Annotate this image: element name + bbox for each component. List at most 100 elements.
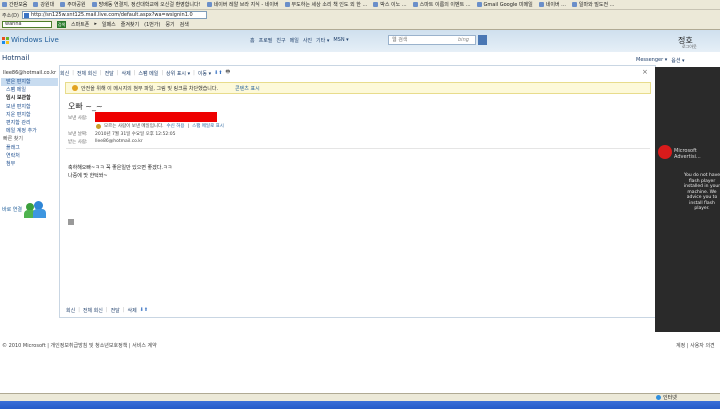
- toolbar-action[interactable]: 전체 회신: [77, 70, 97, 77]
- bookmark-item[interactable]: 주마공원: [60, 1, 86, 8]
- toolbar-action[interactable]: 상위 표시 ▾: [166, 70, 190, 77]
- nav-item[interactable]: 프로필: [259, 37, 273, 44]
- message-subject: 오빠 ~_~: [68, 102, 103, 111]
- quick-connect-label: 바로 연결: [2, 206, 22, 213]
- toolbar-item[interactable]: ▸: [94, 21, 97, 28]
- address-input[interactable]: http://sn125w.snt125.mail.live.com/defau…: [21, 11, 207, 19]
- toolbar-search-input[interactable]: wanna: [2, 21, 52, 28]
- toolbar-action[interactable]: 회신: [66, 307, 75, 314]
- bookmark-label: 네이버 레알 브라 지식 - 네이버: [213, 2, 279, 8]
- bookmark-item[interactable]: Gmail Google 미메일: [476, 1, 533, 8]
- sidebar-folder[interactable]: 받은 편지함: [1, 78, 58, 87]
- nav-item[interactable]: 사진: [303, 37, 312, 44]
- toolbar-separator: |: [105, 307, 108, 313]
- toolbar-action[interactable]: 전체 회신: [83, 307, 103, 314]
- people-icon: [24, 200, 46, 218]
- close-icon[interactable]: ×: [642, 68, 648, 76]
- bottom-toolbar: 회신 | 전체 회신 | 전달 | 삭제 ⬇⬆: [66, 307, 148, 314]
- bookmark-item[interactable]: 방배동 연결지, 정선대학교에 오신걸 환영합니다!: [91, 1, 201, 8]
- toolbar-item[interactable]: 뭉기: [165, 21, 174, 28]
- toolbar-action[interactable]: 전달: [111, 307, 120, 314]
- quick-connect[interactable]: 바로 연결: [2, 200, 46, 218]
- sidebar-folder[interactable]: 플래그: [1, 144, 58, 152]
- bookmark-icon: [91, 2, 97, 7]
- bookmark-icon: [33, 2, 39, 7]
- browser-toolbar: wanna 검색 스마트폰 ▸ 일페스 즐겨찾기 (1번가) 뭉기 검색: [0, 20, 720, 30]
- bing-label: bing: [458, 37, 469, 43]
- right-tool[interactable]: 옵션 ▾: [671, 57, 684, 64]
- zone-text: 인터넷: [663, 395, 677, 401]
- toolbar-item[interactable]: 일페스: [102, 21, 116, 28]
- bookmark-item[interactable]: 네이버 ...: [538, 1, 566, 8]
- bookmarks-bar: 간판모음 강원대 주마공원 방배동 연결지, 정선대학교에 오신걸 환영합니다! 네이버…: [0, 0, 720, 10]
- sidebar-folder[interactable]: 임시 보관함: [1, 94, 58, 102]
- bookmark-icon: [476, 2, 482, 7]
- bookmark-item[interactable]: 스마트 이름의 이벤트 ...: [412, 1, 471, 8]
- toolbar-item[interactable]: 스마트폰: [71, 21, 89, 28]
- sidebar-folder[interactable]: 연락처: [1, 152, 58, 160]
- mark-spam-link[interactable]: 스팸 메일로 표시: [192, 123, 224, 129]
- toolbar-item[interactable]: (1번가): [144, 21, 160, 28]
- nav-item[interactable]: 홈: [250, 37, 255, 44]
- ad-brand-line: Advertisi...: [674, 154, 701, 160]
- right-tool[interactable]: Messenger ▾: [636, 57, 667, 64]
- hotmail-title[interactable]: Hotmail: [2, 54, 29, 62]
- wl-nav: 홈 프로필 친구 메일 사진 기타 ▾ MSN ▾: [250, 37, 349, 44]
- date-label: 보낸 날짜:: [68, 132, 88, 137]
- windows-live-logo[interactable]: Windows Live: [2, 36, 59, 44]
- divider: [66, 148, 650, 149]
- bookmark-label: 스마트 이름의 이벤트 ...: [419, 2, 471, 8]
- nav-item[interactable]: 친구: [276, 37, 285, 44]
- toolbar-separator: |: [122, 307, 125, 313]
- sender-warning-text: 모르는 사람이 보낸 메일입니다.: [104, 124, 164, 129]
- toolbar-go-button[interactable]: 검색: [57, 21, 66, 28]
- nav-item[interactable]: MSN ▾: [333, 37, 348, 44]
- sidebar-folder[interactable]: 빠른 찾기: [1, 135, 58, 143]
- toolbar-action[interactable]: 이동 ▾: [198, 70, 211, 77]
- bookmark-item[interactable]: 간판모음: [2, 1, 27, 8]
- msn-butterfly-icon: [658, 145, 672, 159]
- toolbar-action[interactable]: 삭제: [121, 70, 130, 77]
- logo-text: Windows Live: [11, 36, 59, 44]
- sidebar-folder[interactable]: 편지함 관리: [1, 119, 58, 127]
- date-value: 2010년 7월 31일 수요일 오후 12:52:05: [95, 132, 176, 137]
- safety-text: 안전을 위해 이 메시지의 첨부 파일, 그림 및 링크를 차단했습니다.: [81, 85, 219, 92]
- search-button[interactable]: [478, 35, 487, 45]
- bookmark-item[interactable]: 강원대: [33, 1, 54, 8]
- sidebar-folder[interactable]: 첨부: [1, 160, 58, 168]
- sidebar-folder[interactable]: 스팸 메일: [1, 86, 58, 94]
- bookmark-item[interactable]: 박스 이노 ...: [373, 1, 407, 8]
- bookmark-item[interactable]: 네이버 레알 브라 지식 - 네이버: [206, 1, 279, 8]
- sidebar-folder[interactable]: 보낸 편지함: [1, 103, 58, 111]
- toolbar-action[interactable]: 회신: [60, 70, 69, 77]
- bookmark-item[interactable]: 일마와 빌도전 ...: [571, 1, 615, 8]
- prev-next-arrows-icon[interactable]: ⬇⬆: [214, 70, 222, 76]
- allow-sender-link[interactable]: 수신 허용: [167, 123, 185, 129]
- bookmark-icon: [373, 2, 379, 7]
- address-bar: 주소(D) http://sn125w.snt125.mail.live.com…: [0, 10, 720, 20]
- toolbar-separator: |: [116, 70, 119, 76]
- nav-item[interactable]: 기타 ▾: [316, 37, 329, 44]
- body-line: 축하해오빠~ㅋㅋ 꼭 좋은일만 있으면 좋겠다.ㅋㅋ: [68, 165, 173, 171]
- footer-links[interactable]: © 2010 Microsoft | 개인정보취급방침 및 청소년보호정책 | …: [2, 342, 157, 349]
- toolbar-action[interactable]: 스팸 메일: [138, 70, 158, 77]
- toolbar-item[interactable]: 즐겨찾기: [121, 21, 139, 28]
- bookmark-item[interactable]: 무도하는 세상 소리 책 인도 외 한 ...: [284, 1, 367, 8]
- toolbar-action[interactable]: 삭제: [127, 307, 136, 314]
- toolbar-item[interactable]: 검색: [180, 21, 189, 28]
- prev-next-arrows-icon[interactable]: ⬇⬆: [140, 307, 148, 314]
- show-content-link[interactable]: 콘텐츠 표시: [235, 85, 260, 92]
- print-icon[interactable]: 🖶: [226, 69, 231, 77]
- message-body: 축하해오빠~ㅋㅋ 꼭 좋은일만 있으면 좋겠다.ㅋㅋ 나중에 맛 한턱쏴~: [68, 164, 172, 180]
- footer-right-links[interactable]: 계정 | 사용자 의견: [676, 342, 715, 349]
- sidebar-folder[interactable]: 지운 편지함: [1, 111, 58, 119]
- toolbar-separator: |: [193, 70, 195, 76]
- bookmark-label: 일마와 빌도전 ...: [578, 2, 615, 8]
- warning-icon: [96, 123, 101, 129]
- shield-icon: [72, 85, 78, 91]
- sidebar-folder[interactable]: 메일 계정 추가: [1, 127, 58, 135]
- bookmark-label: Gmail Google 미메일: [483, 2, 533, 8]
- nav-item[interactable]: 메일: [290, 37, 299, 44]
- toolbar-action[interactable]: 전달: [105, 70, 114, 77]
- sign-out-link[interactable]: 로그아웃: [682, 44, 697, 50]
